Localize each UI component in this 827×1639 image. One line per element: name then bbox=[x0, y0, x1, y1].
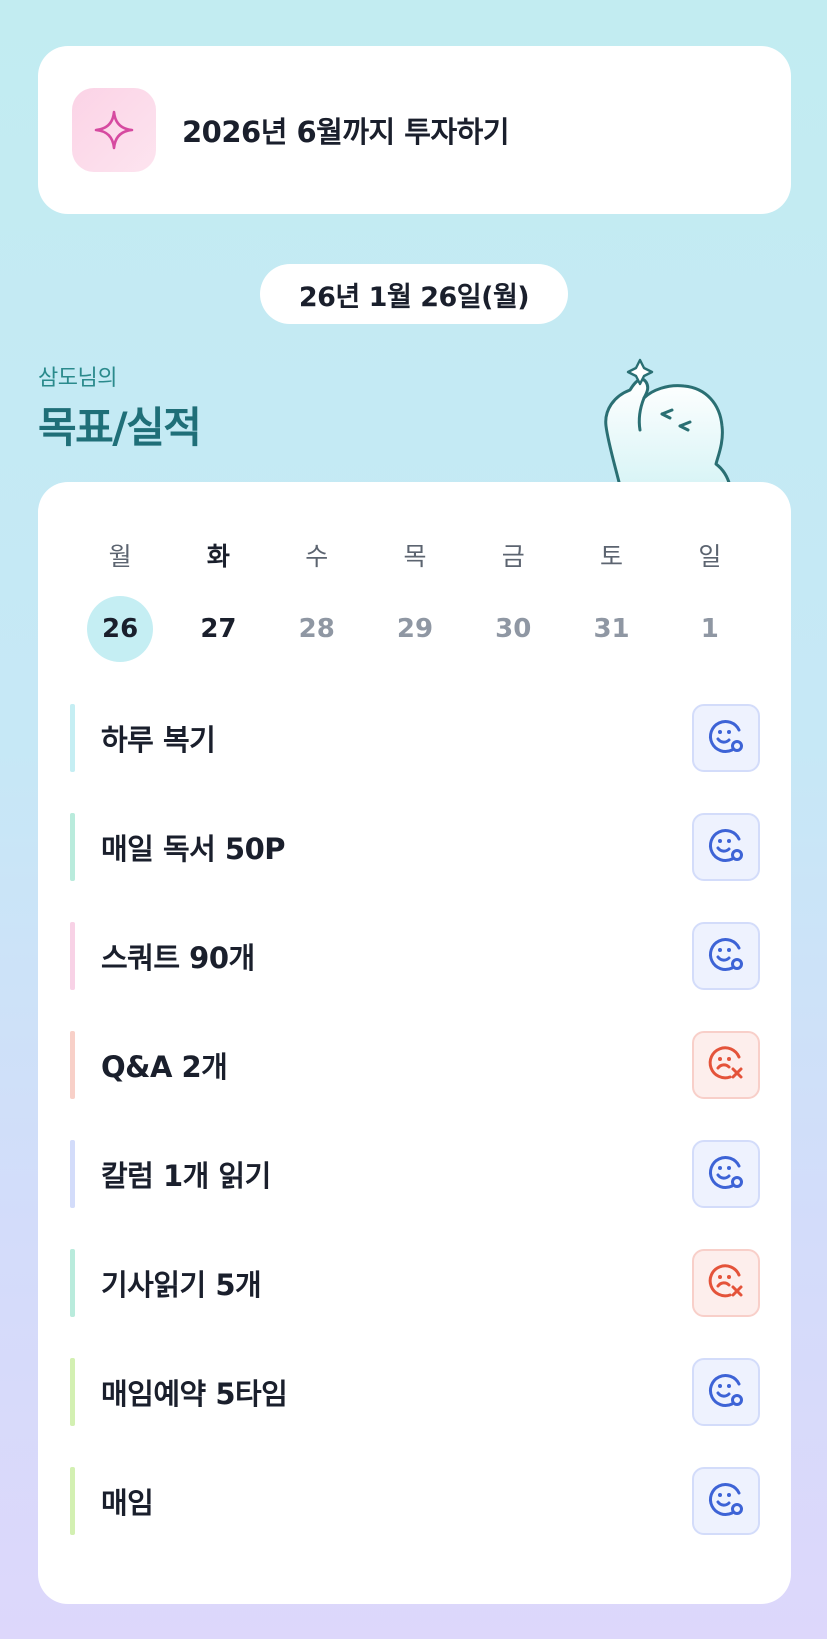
task-color-bar bbox=[70, 813, 75, 881]
day-label: 화 bbox=[206, 542, 230, 571]
status-done-button[interactable] bbox=[692, 1358, 760, 1426]
status-done-button[interactable] bbox=[692, 704, 760, 772]
day-number[interactable]: 1 bbox=[677, 596, 743, 662]
day-fri[interactable]: 금 30 bbox=[464, 532, 562, 662]
task-item[interactable]: 매일 독서 50P bbox=[70, 813, 760, 881]
day-number[interactable]: 27 bbox=[185, 596, 251, 662]
task-color-bar bbox=[70, 1031, 75, 1099]
status-failed-button[interactable] bbox=[692, 1031, 760, 1099]
sparkle-icon bbox=[72, 88, 156, 172]
day-label: 토 bbox=[600, 542, 624, 571]
day-label: 월 bbox=[108, 542, 132, 571]
task-item[interactable]: 매임 bbox=[70, 1467, 760, 1535]
date-selector[interactable]: 26년 1월 26일(월) bbox=[260, 264, 568, 324]
smile-face-icon bbox=[706, 825, 746, 869]
status-done-button[interactable] bbox=[692, 1140, 760, 1208]
day-label: 수 bbox=[305, 542, 329, 571]
goal-tracker-card: 월 26 화 27 수 28 목 29 금 30 토 31 일 1 하루 복기매… bbox=[38, 482, 791, 1604]
day-label: 목 bbox=[403, 542, 427, 571]
day-wed[interactable]: 수 28 bbox=[268, 532, 366, 662]
week-calendar: 월 26 화 27 수 28 목 29 금 30 토 31 일 1 bbox=[71, 532, 759, 662]
task-item[interactable]: 하루 복기 bbox=[70, 704, 760, 772]
status-failed-button[interactable] bbox=[692, 1249, 760, 1317]
day-tue[interactable]: 화 27 bbox=[169, 532, 267, 662]
day-label: 일 bbox=[698, 542, 722, 571]
task-label: 매임 bbox=[101, 1486, 154, 1520]
frown-face-icon bbox=[706, 1261, 746, 1305]
goal-card[interactable]: 2026년 6월까지 투자하기 bbox=[38, 46, 791, 214]
task-color-bar bbox=[70, 1467, 75, 1535]
owner-name: 삼도님의 bbox=[38, 366, 117, 391]
task-label: 스쿼트 90개 bbox=[101, 941, 255, 975]
smile-face-icon bbox=[706, 1152, 746, 1196]
task-item[interactable]: 칼럼 1개 읽기 bbox=[70, 1140, 760, 1208]
task-list: 하루 복기매일 독서 50P 스쿼트 90개 Q&A 2개칼럼 1개 읽기기사읽기 … bbox=[70, 704, 760, 1576]
smile-face-icon bbox=[706, 716, 746, 760]
day-label: 금 bbox=[501, 542, 525, 571]
task-color-bar bbox=[70, 1140, 75, 1208]
day-number[interactable]: 31 bbox=[579, 596, 645, 662]
goal-title: 2026년 6월까지 투자하기 bbox=[182, 115, 510, 149]
day-number[interactable]: 30 bbox=[480, 596, 546, 662]
task-color-bar bbox=[70, 922, 75, 990]
frown-face-icon bbox=[706, 1043, 746, 1087]
task-item[interactable]: 매임예약 5타임 bbox=[70, 1358, 760, 1426]
mascot-illustration bbox=[604, 358, 732, 486]
day-number-selected[interactable]: 26 bbox=[87, 596, 154, 662]
status-done-button[interactable] bbox=[692, 813, 760, 881]
task-label: 기사읽기 5개 bbox=[101, 1268, 262, 1302]
smile-face-icon bbox=[706, 1479, 746, 1523]
task-item[interactable]: Q&A 2개 bbox=[70, 1031, 760, 1099]
status-done-button[interactable] bbox=[692, 922, 760, 990]
task-label: 하루 복기 bbox=[101, 723, 216, 757]
task-label: 매일 독서 50P bbox=[101, 832, 286, 866]
status-done-button[interactable] bbox=[692, 1467, 760, 1535]
day-number[interactable]: 29 bbox=[382, 596, 448, 662]
page-title: 목표/실적 bbox=[38, 403, 202, 452]
task-color-bar bbox=[70, 1358, 75, 1426]
day-sat[interactable]: 토 31 bbox=[562, 532, 660, 662]
task-color-bar bbox=[70, 1249, 75, 1317]
owner-heading: 삼도님의 목표/실적 bbox=[38, 360, 202, 455]
day-thu[interactable]: 목 29 bbox=[366, 532, 464, 662]
task-item[interactable]: 스쿼트 90개 bbox=[70, 922, 760, 990]
task-color-bar bbox=[70, 704, 75, 772]
day-number[interactable]: 28 bbox=[284, 596, 350, 662]
task-label: 칼럼 1개 읽기 bbox=[101, 1159, 271, 1193]
smile-face-icon bbox=[706, 934, 746, 978]
task-label: Q&A 2개 bbox=[101, 1050, 228, 1084]
day-sun[interactable]: 일 1 bbox=[661, 532, 759, 662]
smile-face-icon bbox=[706, 1370, 746, 1414]
day-mon[interactable]: 월 26 bbox=[71, 532, 169, 662]
task-item[interactable]: 기사읽기 5개 bbox=[70, 1249, 760, 1317]
task-label: 매임예약 5타임 bbox=[101, 1377, 288, 1411]
